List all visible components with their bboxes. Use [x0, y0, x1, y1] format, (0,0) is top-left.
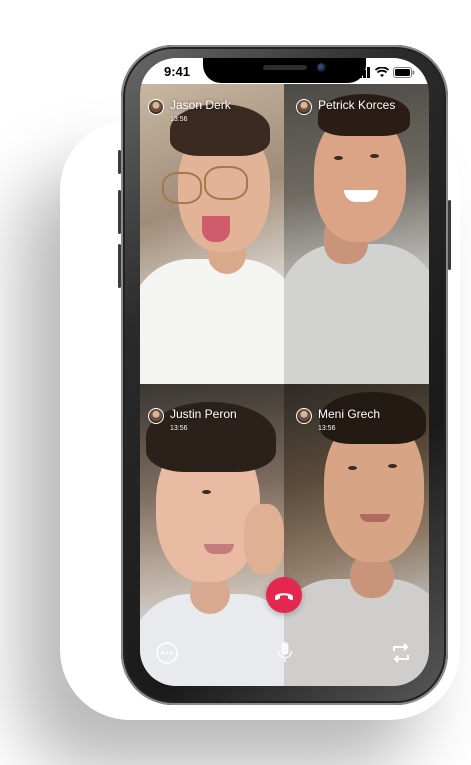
participant-label-3: Justin Peron [148, 407, 237, 424]
avatar [296, 408, 312, 424]
video-tile-2[interactable] [284, 84, 429, 384]
video-tile-3[interactable] [140, 384, 284, 686]
avatar [148, 99, 164, 115]
phone-hangup-icon [275, 593, 293, 601]
front-camera [317, 63, 326, 72]
participant-time: 13:56 [170, 425, 188, 432]
end-call-button[interactable] [266, 577, 302, 613]
more-icon [156, 642, 178, 664]
mute-button[interactable] [276, 641, 294, 665]
switch-camera-button[interactable] [390, 642, 412, 664]
participant-name: Petrick Korces [318, 98, 396, 112]
participant-label-2: Petrick Korces [296, 98, 395, 115]
participant-label-4: Meni Grech [296, 407, 380, 424]
mute-switch [118, 150, 121, 174]
volume-down-button [118, 244, 121, 288]
video-tile-4[interactable] [284, 384, 429, 686]
avatar [296, 99, 312, 115]
microphone-icon [277, 642, 293, 662]
camera-switch-icon [393, 643, 409, 663]
speaker-grille [263, 65, 307, 70]
power-button [448, 200, 451, 270]
phone-screen: 9:41 Jason Derk 13:56 Petrick Korces Jus… [140, 58, 429, 686]
hand [244, 504, 284, 574]
participant-time: 13:56 [170, 116, 188, 123]
participant-time: 13:56 [318, 425, 336, 432]
volume-up-button [118, 190, 121, 234]
participant-name: Meni Grech [318, 407, 381, 421]
avatar [148, 408, 164, 424]
video-tile-1[interactable] [140, 84, 284, 384]
notch [203, 58, 366, 83]
battery-icon [393, 67, 415, 78]
more-button[interactable] [156, 642, 178, 664]
mockup-stage: 9:41 Jason Derk 13:56 Petrick Korces Jus… [0, 0, 471, 765]
participant-label-1: Jason Derk [148, 98, 231, 115]
participant-name: Jason Derk [170, 98, 231, 112]
status-time: 9:41 [164, 64, 191, 79]
participant-name: Justin Peron [170, 407, 237, 421]
wifi-icon [375, 67, 389, 77]
